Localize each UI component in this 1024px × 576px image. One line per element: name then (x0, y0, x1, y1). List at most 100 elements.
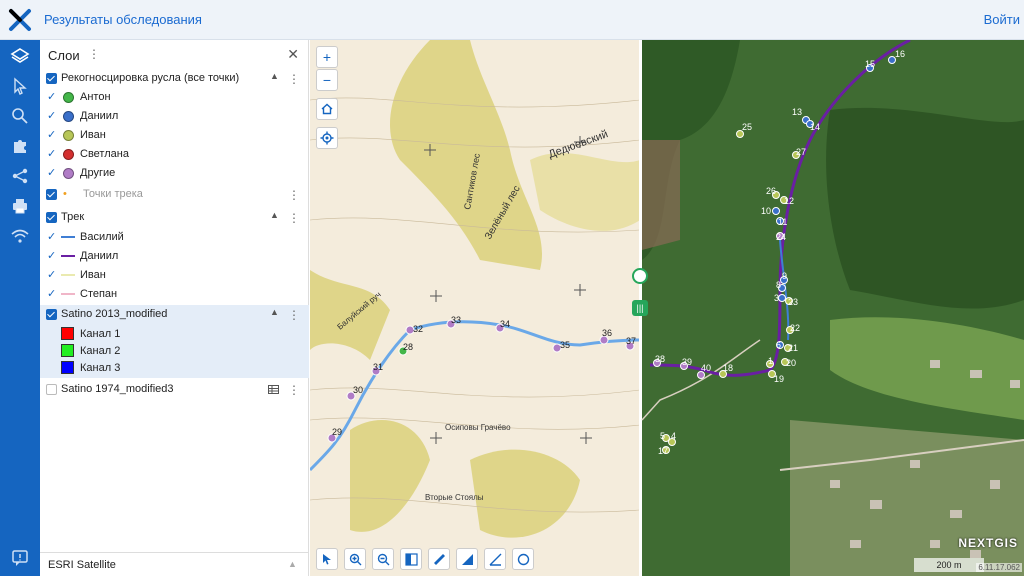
cursor-icon[interactable] (10, 76, 30, 96)
chevron-up-icon[interactable]: ▲ (270, 307, 279, 317)
survey-point[interactable]: 9 (780, 271, 788, 284)
layer-menu-icon[interactable]: ⋮ (288, 383, 300, 397)
layers-panel-header: Слои ⋮ ✕ (40, 40, 309, 68)
channel-swatch (61, 327, 74, 340)
point-label: 38 (655, 354, 665, 364)
survey-point[interactable]: 15 (865, 59, 875, 72)
zoom-out-tool-button[interactable] (372, 548, 394, 570)
layer-menu-icon[interactable]: ⋮ (288, 72, 300, 86)
puzzle-icon[interactable] (10, 136, 30, 156)
share-icon[interactable] (10, 166, 30, 186)
layer-group-satino-2013[interactable]: Satino 2013_modified ▲ ⋮ Канал 1 Канал 2… (40, 305, 309, 378)
layer-checkbox[interactable] (46, 309, 57, 320)
point-label: 21 (788, 343, 798, 353)
legend-item: ✓ Даниил (40, 107, 309, 126)
measure-angle-button[interactable] (484, 548, 506, 570)
table-icon[interactable] (268, 385, 279, 394)
point-label: 8 (776, 280, 781, 290)
point-label: 18 (723, 363, 733, 373)
point-label: 28 (403, 342, 413, 352)
legend-label: Светлана (80, 148, 129, 160)
layer-checkbox[interactable] (46, 73, 57, 84)
line-symbol-icon (61, 236, 75, 238)
layer-checkbox[interactable] (46, 212, 57, 223)
zoom-in-tool-button[interactable] (344, 548, 366, 570)
survey-point[interactable]: 11 (776, 217, 788, 227)
layer-checkbox[interactable] (46, 384, 57, 395)
layer-group-track[interactable]: Трек ▲ ⋮ (40, 208, 309, 227)
point-label: 25 (742, 122, 752, 132)
swipe-sync-icon[interactable] (632, 268, 648, 284)
nextgis-logo-icon[interactable] (8, 8, 32, 32)
point-label: 9 (782, 271, 787, 281)
survey-point[interactable]: 10 (761, 206, 780, 216)
survey-point[interactable]: 24 (776, 232, 786, 242)
panel-menu-icon[interactable]: ⋮ (88, 47, 100, 61)
swipe-handle-icon[interactable]: ||| (632, 300, 648, 316)
layer-track-points[interactable]: • Точки трека ⋮ (40, 185, 309, 204)
check-icon[interactable]: ✓ (47, 230, 56, 243)
survey-point[interactable]: 21 (784, 343, 799, 353)
survey-point[interactable]: 23 (785, 297, 799, 307)
login-link[interactable]: Войти (984, 12, 1020, 27)
layers-icon[interactable] (10, 46, 30, 66)
check-icon[interactable]: ✓ (47, 166, 56, 179)
print-icon[interactable] (10, 196, 30, 216)
check-icon[interactable]: ✓ (47, 268, 56, 281)
measure-area-button[interactable] (456, 548, 478, 570)
map-canvas[interactable]: Дедюевский Зелёный лес Сантиков лес Балу… (310, 40, 1024, 576)
layer-checkbox[interactable] (46, 189, 57, 200)
point-label: 26 (766, 186, 776, 196)
zoom-out-icon (377, 553, 389, 565)
circle-icon (517, 553, 529, 565)
point-label: 24 (776, 232, 786, 242)
check-icon[interactable]: ✓ (47, 128, 56, 141)
check-icon[interactable]: ✓ (47, 249, 56, 262)
chevron-up-icon[interactable]: ▲ (270, 71, 279, 81)
close-icon[interactable]: ✕ (287, 46, 299, 63)
point-label: 23 (788, 297, 798, 307)
check-icon[interactable]: ✓ (47, 109, 56, 122)
chevron-up-icon[interactable]: ▲ (288, 559, 297, 569)
point-label: 14 (810, 122, 820, 132)
line-symbol-icon (61, 293, 75, 295)
zoom-out-button[interactable]: − (316, 69, 338, 91)
circle-tool-button[interactable] (512, 548, 534, 570)
scale-bar: 200 m (914, 558, 984, 572)
point-label: 33 (451, 315, 461, 325)
search-icon[interactable] (10, 106, 30, 126)
swipe-tool-button[interactable] (400, 548, 422, 570)
legend-label: Антон (80, 91, 111, 103)
forest-area (826, 107, 1024, 309)
point-label: 17 (658, 446, 668, 456)
point-label: 13 (792, 107, 802, 117)
layer-group-recon[interactable]: Рекогносцировка русла (все точки) ▲ ⋮ (40, 69, 309, 88)
wifi-icon[interactable] (10, 226, 30, 246)
ruler-icon (433, 553, 445, 565)
zoom-in-button[interactable]: + (316, 46, 338, 68)
map-view[interactable]: Дедюевский Зелёный лес Сантиков лес Балу… (310, 40, 1024, 576)
basemap-selector[interactable]: ESRI Satellite ▲ (40, 552, 309, 576)
check-icon[interactable]: ✓ (47, 287, 56, 300)
zoom-in-icon (349, 553, 361, 565)
home-button[interactable] (316, 98, 338, 120)
layer-label: Трек (61, 211, 85, 223)
locate-button[interactable] (316, 127, 338, 149)
layer-satino-1974[interactable]: Satino 1974_modified3 ⋮ (40, 380, 309, 399)
point-label: 20 (786, 358, 796, 368)
layer-label: Рекогносцировка русла (все точки) (61, 72, 240, 84)
chevron-up-icon[interactable]: ▲ (270, 210, 279, 220)
feedback-icon[interactable] (10, 548, 30, 568)
field-area (642, 140, 680, 250)
layer-menu-icon[interactable]: ⋮ (288, 188, 300, 202)
check-icon[interactable]: ✓ (47, 147, 56, 160)
measure-distance-button[interactable] (428, 548, 450, 570)
survey-point[interactable]: 17 (658, 446, 670, 456)
legend-label: Иван (80, 129, 106, 141)
point-label: 27 (796, 147, 806, 157)
select-tool-button[interactable] (316, 548, 338, 570)
check-icon[interactable]: ✓ (47, 90, 56, 103)
survey-point[interactable]: 1 (766, 356, 774, 368)
layer-menu-icon[interactable]: ⋮ (288, 308, 300, 322)
layer-menu-icon[interactable]: ⋮ (288, 211, 300, 225)
